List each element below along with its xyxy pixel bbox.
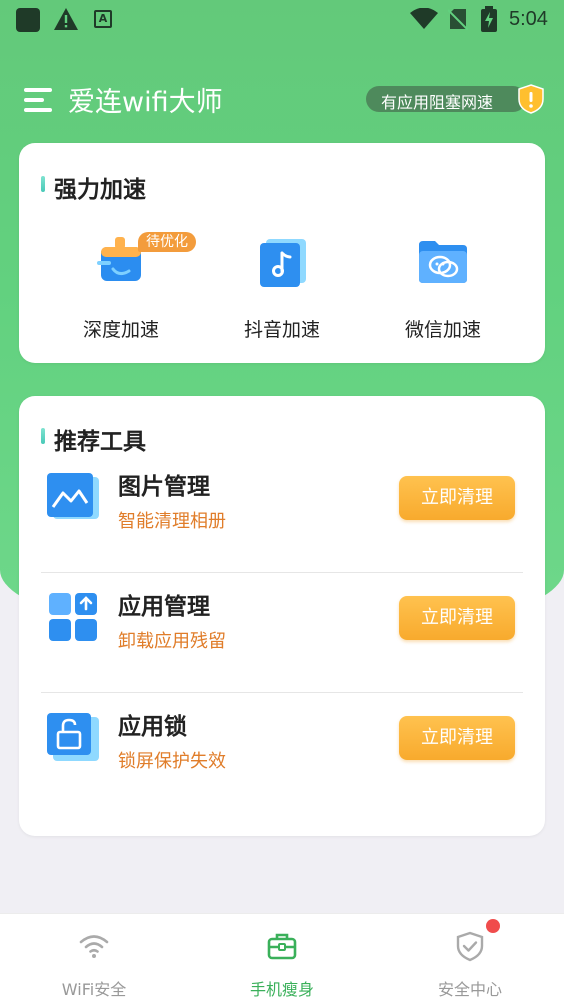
network-alert-pill[interactable]: 有应用阻塞网速 (366, 86, 526, 112)
tool-desc: 锁屏保护失效 (118, 751, 226, 772)
battery-charging-icon (481, 6, 497, 32)
app-grid-upload-icon (49, 593, 97, 641)
menu-icon[interactable] (24, 88, 52, 112)
tool-row-app-manage: 应用管理 卸载应用残留 立即清理 (41, 573, 523, 693)
tool-name: 应用锁 (118, 714, 187, 740)
section-accent-bar (41, 176, 45, 192)
warning-icon (54, 8, 78, 30)
tool-row-image-manage: 图片管理 智能清理相册 立即清理 (41, 453, 523, 573)
deep-accelerate-label: 深度加速 (82, 319, 159, 341)
tool-desc: 智能清理相册 (118, 511, 226, 532)
tools-card: 推荐工具 图片管理 智能清理相册 立即清理 应用管理 卸载应用残留 立即清理 应… (19, 396, 545, 836)
app-lock-icon (47, 713, 99, 761)
status-bar: A 5:04 (0, 0, 564, 40)
status-time: 5:04 (509, 8, 548, 30)
tiktok-music-icon (260, 239, 306, 287)
wechat-folder-icon (419, 241, 467, 283)
no-sim-icon (448, 9, 468, 30)
warning-shield-icon[interactable] (518, 84, 544, 114)
toolbox-icon (267, 933, 297, 960)
image-gallery-icon (47, 473, 99, 519)
app-title: 爱连wifi大师 (68, 87, 223, 118)
tool-name: 应用管理 (118, 594, 210, 620)
tools-title: 推荐工具 (54, 429, 146, 455)
wifi-icon (410, 8, 438, 29)
section-accent-bar (41, 428, 45, 444)
douyin-accelerate-item[interactable]: 抖音加速 (217, 231, 347, 342)
tool-desc: 卸载应用残留 (118, 631, 226, 652)
nav-security-center[interactable]: 安全中心 (376, 914, 564, 1002)
douyin-accelerate-label: 抖音加速 (243, 319, 320, 341)
clean-now-button[interactable]: 立即清理 (399, 476, 515, 520)
pending-optimize-badge: 待优化 (138, 232, 196, 252)
app-icon (16, 8, 40, 32)
clean-now-button[interactable]: 立即清理 (399, 716, 515, 760)
accessibility-a-icon: A (94, 10, 112, 28)
bottom-nav: WiFi安全 手机瘦身 安全中心 (0, 913, 564, 1002)
shield-check-icon (456, 931, 484, 962)
wechat-accelerate-item[interactable]: 微信加速 (378, 231, 508, 342)
nav-label: 手机瘦身 (249, 980, 314, 999)
clean-now-button[interactable]: 立即清理 (399, 596, 515, 640)
notification-dot (486, 919, 500, 933)
nav-phone-slim[interactable]: 手机瘦身 (188, 914, 376, 1002)
tool-row-app-lock: 应用锁 锁屏保护失效 立即清理 (41, 693, 523, 813)
accelerate-card: 强力加速 深度加速 待优化 抖音加速 微信加速 (19, 143, 545, 363)
nav-label: 安全中心 (437, 980, 502, 999)
network-alert-text: 有应用阻塞网速 (381, 93, 494, 112)
accelerate-title: 强力加速 (54, 177, 146, 203)
wifi-icon (79, 935, 109, 958)
tool-name: 图片管理 (118, 474, 210, 500)
nav-label: WiFi安全 (61, 980, 127, 999)
nav-wifi-security[interactable]: WiFi安全 (0, 914, 188, 1002)
wechat-accelerate-label: 微信加速 (404, 319, 481, 341)
